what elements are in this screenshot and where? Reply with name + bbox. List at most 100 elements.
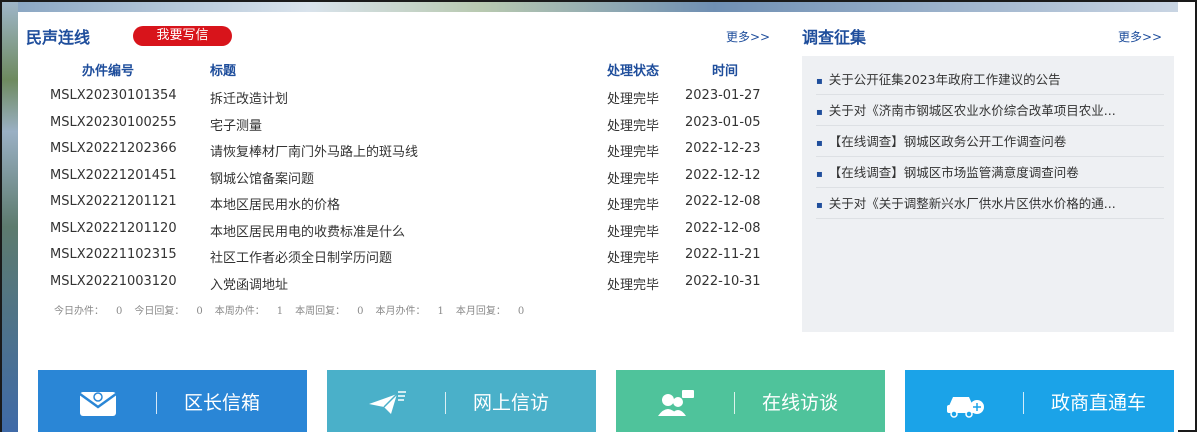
row-title-link[interactable]: 入党函调地址 xyxy=(210,274,288,293)
row-title-link[interactable]: 拆迁改造计划 xyxy=(210,88,288,107)
row-date: 2022-11-21 xyxy=(685,247,761,262)
row-id: MSLX20221102315 xyxy=(50,247,177,262)
service-button-label: 区长信箱 xyxy=(184,392,261,414)
stat-label: 本月办件： xyxy=(375,306,426,317)
minsheng-panel: 民声连线 我要写信 更多>> 办件编号 标题 处理状态 时间 MSLX20230… xyxy=(26,12,794,342)
stat-label: 今日办件： xyxy=(54,306,104,317)
survey-item[interactable]: ▪ 【在线调查】钢城区市场监管满意度调查问卷 xyxy=(816,157,1164,188)
row-id: MSLX20221201121 xyxy=(50,194,177,209)
service-button-label: 网上信访 xyxy=(473,392,550,414)
table-row: MSLX20221201120 本地区居民用电的收费标准是什么 处理完毕 2022-1… xyxy=(26,217,786,244)
survey-item-text: 关于对《关于调整新兴水厂供水片区供水价格的通... xyxy=(828,196,1116,211)
survey-more-link[interactable]: 更多>> xyxy=(1118,28,1162,45)
row-date: 2023-01-27 xyxy=(685,88,761,103)
row-date: 2022-10-31 xyxy=(685,273,761,289)
row-date: 2022-12-08 xyxy=(685,194,761,209)
stat-label: 今日回复： xyxy=(134,306,185,317)
row-id: MSLX20230100255 xyxy=(50,114,177,130)
row-status: 处理完毕 xyxy=(607,171,660,187)
stat-value: 0 xyxy=(196,306,203,317)
stat-value: 1 xyxy=(437,306,444,317)
service-button-label: 政商直通车 xyxy=(1051,392,1147,414)
service-button-2[interactable]: 在线访谈 xyxy=(616,370,885,432)
bullet-icon: ▪ xyxy=(816,107,823,118)
table-row: MSLX20221201451 钢城公馆备案问题 处理完毕 2022-12-12 xyxy=(26,164,786,191)
stat-value: 0 xyxy=(357,306,364,317)
row-status: 处理完毕 xyxy=(607,118,660,134)
minsheng-table: 办件编号 标题 处理状态 时间 MSLX20230101354 拆迁改造计划 处理完… xyxy=(26,60,786,293)
stat-value: 1 xyxy=(276,306,284,317)
survey-item[interactable]: ▪ 【在线调查】钢城区政务公开工作调查问卷 xyxy=(816,126,1164,157)
row-title-link[interactable]: 本地区居民用电的收费标准是什么 xyxy=(210,221,405,240)
bullet-icon: ▪ xyxy=(816,200,823,211)
row-date: 2022-12-12 xyxy=(685,167,761,183)
survey-item-text: 【在线调查】钢城区市场监管满意度调查问卷 xyxy=(828,165,1079,180)
row-date: 2022-12-08 xyxy=(685,220,761,236)
stat-label: 本月回复： xyxy=(455,306,506,317)
table-row: MSLX20230101354 拆迁改造计划 处理完毕 2023-01-27 xyxy=(26,84,786,111)
divider xyxy=(445,392,446,414)
row-status: 处理完毕 xyxy=(607,198,660,213)
survey-item-text: 关于对《济南市钢城区农业水价综合改革项目农业... xyxy=(828,103,1116,118)
row-date: 2023-01-05 xyxy=(685,114,761,130)
mail-envelope-icon xyxy=(78,388,118,418)
bullet-icon: ▪ xyxy=(816,138,823,149)
table-header: 办件编号 标题 处理状态 时间 xyxy=(26,60,786,79)
stat-value: 0 xyxy=(116,306,123,317)
table-row: MSLX20221003120 入党函调地址 处理完毕 2022-10-31 xyxy=(26,270,786,297)
people-chat-icon xyxy=(656,388,696,418)
minsheng-header: 民声连线 我要写信 更多>> xyxy=(26,24,786,48)
row-status: 处理完毕 xyxy=(607,277,660,293)
table-row: MSLX20221202366 请恢复棒材厂南门外马路上的斑马线 处理完毕 2022-… xyxy=(26,137,786,164)
car-icon xyxy=(945,388,985,418)
survey-list: ▪ 关于公开征集2023年政府工作建议的公告 ▪ 关于对《济南市钢城区农业水价综合改革… xyxy=(802,56,1174,332)
stat-label: 本周回复： xyxy=(295,306,346,317)
row-status: 处理完毕 xyxy=(607,251,660,266)
col-header-id: 办件编号 xyxy=(82,64,135,79)
paper-plane-icon xyxy=(367,388,407,418)
survey-item[interactable]: ▪ 关于对《关于调整新兴水厂供水片区供水价格的通... xyxy=(816,188,1164,219)
row-status: 处理完毕 xyxy=(607,145,660,160)
row-title-link[interactable]: 宅子测量 xyxy=(210,115,262,134)
stat-label: 本周办件： xyxy=(214,306,265,317)
row-status: 处理完毕 xyxy=(607,92,660,107)
stat-value: 0 xyxy=(517,306,525,317)
background-image-top xyxy=(18,2,1178,12)
row-id: MSLX20221201451 xyxy=(50,167,177,183)
row-title-link[interactable]: 请恢复棒材厂南门外马路上的斑马线 xyxy=(210,141,418,160)
service-button-0[interactable]: 区长信箱 xyxy=(38,370,307,432)
survey-panel: 调查征集 更多>> ▪ 关于公开征集2023年政府工作建议的公告 ▪ 关于对《济南市钢… xyxy=(802,12,1174,342)
table-row: MSLX20221102315 社区工作者必须全日制学历问题 处理完毕 2022-11… xyxy=(26,243,786,270)
col-header-status: 处理状态 xyxy=(607,64,660,79)
row-id: MSLX20221201120 xyxy=(50,220,177,236)
row-title-link[interactable]: 本地区居民用水的价格 xyxy=(210,194,340,213)
divider xyxy=(1023,392,1024,414)
service-button-label: 在线访谈 xyxy=(762,392,839,414)
row-id: MSLX20221202366 xyxy=(50,141,177,156)
stats-bar: 今日办件： 0 今日回复： 0 本周办件： 1 本周回复： 0 本月办件： 1 本月回复： 0 xyxy=(54,302,536,317)
main-content: 民声连线 我要写信 更多>> 办件编号 标题 处理状态 时间 MSLX20230… xyxy=(18,12,1178,432)
table-body: MSLX20230101354 拆迁改造计划 处理完毕 2023-01-27 MSLX2… xyxy=(26,84,786,296)
minsheng-more-link[interactable]: 更多>> xyxy=(726,28,770,45)
service-button-3[interactable]: 政商直通车 xyxy=(905,370,1174,432)
bullet-icon: ▪ xyxy=(816,169,823,180)
row-status: 处理完毕 xyxy=(607,224,660,240)
divider xyxy=(156,392,157,414)
background-image-left xyxy=(2,2,18,432)
service-button-1[interactable]: 网上信访 xyxy=(327,370,596,432)
col-header-date: 时间 xyxy=(712,64,739,79)
write-letter-button[interactable]: 我要写信 xyxy=(133,26,232,46)
divider xyxy=(734,392,735,414)
survey-item[interactable]: ▪ 关于公开征集2023年政府工作建议的公告 xyxy=(816,64,1164,95)
row-id: MSLX20221003120 xyxy=(50,273,177,289)
table-row: MSLX20230100255 宅子测量 处理完毕 2023-01-05 xyxy=(26,111,786,138)
row-title-link[interactable]: 社区工作者必须全日制学历问题 xyxy=(210,247,392,266)
survey-item-text: 【在线调查】钢城区政务公开工作调查问卷 xyxy=(828,134,1067,149)
survey-item-text: 关于公开征集2023年政府工作建议的公告 xyxy=(828,72,1061,87)
survey-item[interactable]: ▪ 关于对《济南市钢城区农业水价综合改革项目农业... xyxy=(816,95,1164,126)
row-date: 2022-12-23 xyxy=(685,141,761,156)
row-id: MSLX20230101354 xyxy=(50,88,177,103)
survey-title: 调查征集 xyxy=(802,28,867,47)
row-title-link[interactable]: 钢城公馆备案问题 xyxy=(210,168,314,187)
service-buttons: 区长信箱 网上信访 在线访谈 政商直通车 xyxy=(38,370,1178,432)
